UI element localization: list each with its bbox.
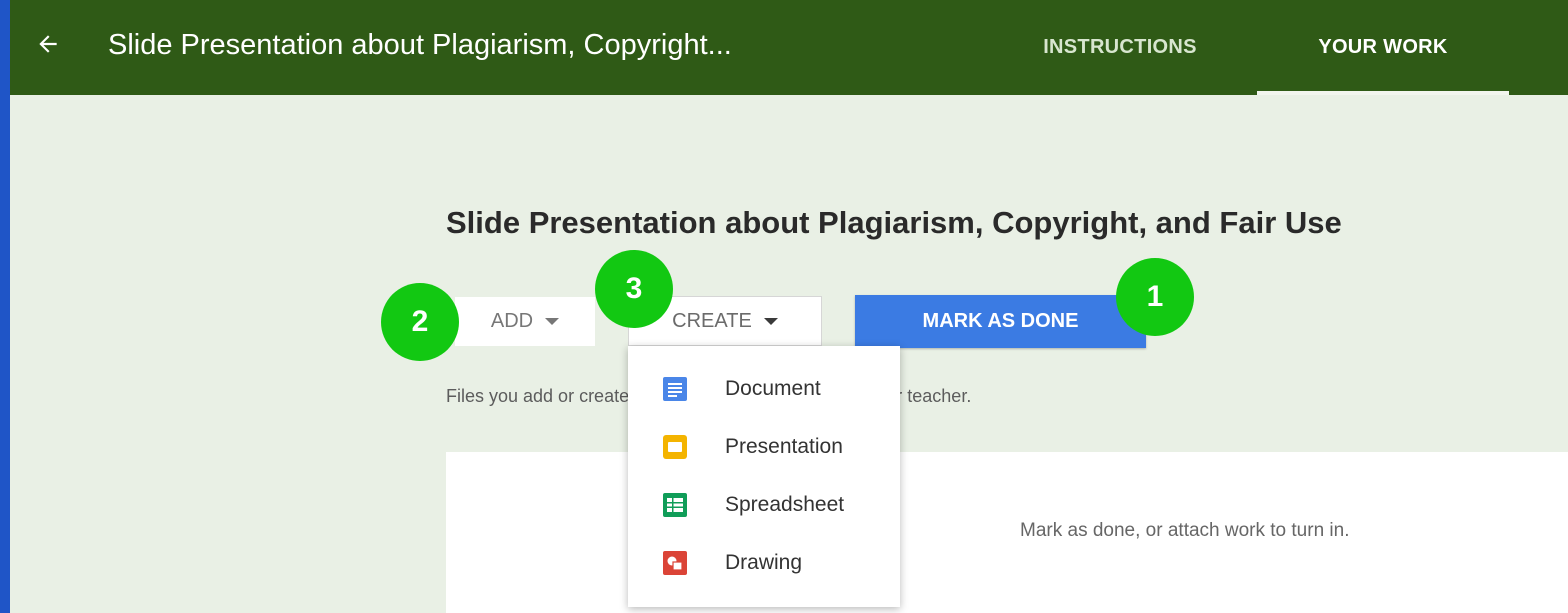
assignment-header: Slide Presentation about Plagiarism, Cop…: [10, 0, 1568, 95]
menu-item-drawing[interactable]: Drawing: [628, 534, 900, 592]
menu-item-spreadsheet[interactable]: Spreadsheet: [628, 476, 900, 534]
drawing-icon: [663, 551, 687, 575]
menu-item-label: Document: [725, 377, 821, 400]
page-title: Slide Presentation about Plagiarism, Cop…: [108, 29, 732, 61]
add-button-label: ADD: [490, 310, 534, 332]
back-button[interactable]: [28, 24, 68, 64]
menu-item-label: Presentation: [725, 435, 843, 458]
create-button-label: CREATE: [672, 309, 752, 332]
docs-icon: [663, 377, 687, 401]
menu-item-document[interactable]: Document: [628, 360, 900, 418]
menu-item-label: Drawing: [725, 551, 803, 574]
screenshot-frame: Slide Presentation about Plagiarism, Cop…: [0, 0, 1568, 613]
create-dropdown-menu: Document Presentation Spreadsheet Drawin…: [628, 346, 900, 607]
mark-as-done-button[interactable]: MARK AS DONE: [855, 295, 1146, 348]
step-badge-1: 1: [1116, 258, 1194, 336]
assignment-title: Slide Presentation about Plagiarism, Cop…: [446, 205, 1342, 240]
empty-work-message: Mark as done, or attach work to turn in.: [1020, 520, 1350, 541]
tab-your-work[interactable]: YOUR WORK: [1257, 0, 1509, 95]
arrow-left-icon: [39, 35, 57, 53]
add-button[interactable]: ADD: [455, 297, 595, 346]
menu-item-presentation[interactable]: Presentation: [628, 418, 900, 476]
sheets-icon: [663, 493, 687, 517]
tab-instructions[interactable]: INSTRUCTIONS: [990, 0, 1250, 95]
menu-item-label: Spreadsheet: [725, 493, 845, 516]
chevron-down-icon: [545, 318, 560, 325]
chevron-down-icon: [763, 317, 778, 325]
slides-icon: [663, 435, 687, 459]
step-badge-3: 3: [595, 250, 673, 328]
work-attachment-panel: [446, 452, 1568, 613]
step-badge-2: 2: [381, 283, 459, 361]
